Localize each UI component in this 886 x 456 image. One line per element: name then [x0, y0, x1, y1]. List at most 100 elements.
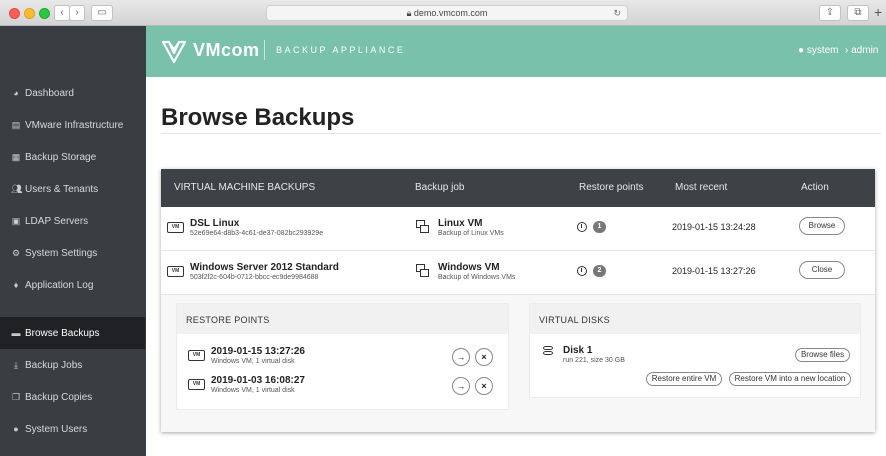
restore-point-description: Windows VM, 1 virtual disk	[211, 358, 295, 365]
vm-icon: VM	[188, 379, 205, 390]
download-icon: ⤓	[14, 359, 18, 370]
vm-name: Windows Server 2012 Standard	[190, 262, 339, 273]
tabs-button[interactable]: ⧉	[847, 5, 869, 21]
clock-icon	[577, 222, 587, 232]
column-header-action: Action	[801, 182, 829, 193]
column-header-restore-points: Restore points	[579, 182, 644, 193]
delete-x-icon[interactable]: ×	[475, 348, 493, 366]
table-row: VM DSL Linux 52e69e64-d8b3-4c61-de37-082…	[161, 207, 875, 251]
reload-icon[interactable]: ↻	[613, 6, 621, 20]
sidebar-item-label: System Settings	[25, 247, 98, 259]
admin-user-link[interactable]: › admin	[845, 45, 878, 56]
main-content: Browse Backups VIRTUAL MACHINE BACKUPS B…	[146, 77, 886, 456]
sidebar-item-ldap[interactable]: ▣ LDAP Servers	[0, 205, 145, 237]
sidebar-item-label: Application Log	[25, 279, 94, 291]
forward-button[interactable]: ›	[69, 5, 85, 21]
close-window-button[interactable]	[9, 8, 20, 19]
user-icon: ●	[798, 45, 807, 56]
sidebar-item-label: Browse Backups	[25, 327, 100, 339]
delete-x-icon[interactable]: ×	[475, 377, 493, 395]
sidebar-item-label: System Users	[25, 423, 88, 435]
restore-points-panel: RESTORE POINTS VM 2019-01-15 13:27:26 Wi…	[176, 303, 509, 410]
column-header-job: Backup job	[415, 182, 465, 193]
back-button[interactable]: ‹	[54, 5, 70, 21]
log-icon: ♦	[13, 280, 19, 290]
restore-point-item: VM 2019-01-15 13:27:26 Windows VM, 1 vir…	[177, 340, 507, 370]
backup-job-icon	[416, 264, 430, 278]
table-row: VM Windows Server 2012 Standard 503f2f2c…	[161, 251, 875, 295]
sidebar-item-label: Backup Storage	[25, 151, 97, 163]
vm-name: DSL Linux	[190, 218, 240, 229]
database-icon	[543, 346, 553, 359]
divider	[161, 133, 881, 134]
sidebar-item-dashboard[interactable]: ◕ Dashboard	[0, 77, 145, 109]
restore-arrow-icon[interactable]: →	[452, 377, 470, 395]
most-recent: 2019-01-15 13:24:28	[672, 222, 756, 232]
sidebar-item-settings[interactable]: ⚙ System Settings	[0, 237, 145, 269]
restore-point-item: VM 2019-01-03 16:08:27 Windows VM, 1 vir…	[177, 369, 507, 399]
restore-points-count: 2	[593, 265, 606, 277]
job-name: Windows VM	[438, 262, 500, 273]
sidebar-item-system-users[interactable]: ● System Users	[0, 413, 145, 445]
job-description: Backup of Windows VMs	[438, 274, 516, 281]
disk-description: run 221, size 30 GB	[563, 357, 625, 364]
users-icon: 👥︎	[11, 183, 23, 194]
sidebar-item-users-tenants[interactable]: 👥︎ Users & Tenants	[0, 173, 145, 205]
sidebar-toggle-button[interactable]: ▭	[91, 5, 113, 21]
page-title: Browse Backups	[161, 104, 355, 131]
sidebar-item-label: Backup Copies	[25, 391, 93, 403]
sidebar-item-storage[interactable]: ▦ Backup Storage	[0, 141, 145, 173]
restore-vm-new-location-button[interactable]: Restore VM into a new location	[729, 372, 851, 386]
brand-divider	[264, 40, 265, 60]
sidebar-item-vmware[interactable]: ▤ VMware Infrastructure	[0, 109, 145, 141]
virtual-disks-panel: VIRTUAL DISKS Disk 1 run 221, size 30 GB…	[529, 303, 861, 398]
vm-icon: VM	[188, 350, 205, 361]
sidebar-item-label: LDAP Servers	[25, 215, 89, 227]
sidebar-item-label: Users & Tenants	[25, 183, 99, 195]
user-icon: ●	[13, 424, 19, 434]
folder-icon: ▬	[11, 328, 21, 338]
browse-button[interactable]: Browse	[799, 217, 845, 235]
sidebar-item-label: Dashboard	[25, 87, 74, 99]
sidebar-item-backup-jobs[interactable]: ⤓ Backup Jobs	[0, 349, 145, 381]
restore-arrow-icon[interactable]: →	[452, 348, 470, 366]
share-button[interactable]: ⇪	[819, 5, 841, 21]
browser-toolbar: ‹ › ▭ 🔒︎ demo.vmcom.com ↻ ⇪ ⧉ +	[0, 0, 886, 26]
dashboard-icon: ◕	[13, 88, 19, 98]
close-button[interactable]: Close	[799, 261, 845, 279]
browse-files-button[interactable]: Browse files	[795, 348, 850, 362]
lock-icon: 🔒︎	[406, 8, 414, 18]
storage-icon: ▦	[11, 151, 21, 162]
backups-table-card: VIRTUAL MACHINE BACKUPS Backup job Resto…	[161, 169, 875, 432]
column-header-vm: VIRTUAL MACHINE BACKUPS	[174, 182, 316, 193]
virtual-disks-title: VIRTUAL DISKS	[530, 304, 860, 334]
address-bar[interactable]: 🔒︎ demo.vmcom.com ↻	[266, 5, 628, 21]
backup-details: RESTORE POINTS VM 2019-01-15 13:27:26 Wi…	[161, 295, 875, 432]
minimize-window-button[interactable]	[24, 8, 35, 19]
sidebar-item-label: VMware Infrastructure	[25, 119, 124, 131]
sidebar-item-browse-backups[interactable]: ▬ Browse Backups	[0, 317, 145, 349]
new-tab-button[interactable]: +	[874, 5, 882, 19]
vmcom-logo-icon	[161, 40, 187, 64]
disk-name: Disk 1	[563, 345, 593, 356]
vm-id: 503f2f2c-604b-0712-bbcc-ec9de9984688	[190, 274, 319, 281]
restore-points-title: RESTORE POINTS	[177, 304, 508, 334]
app-header: VMcom BACKUP APPLIANCE ● system › admin	[146, 26, 886, 77]
restore-points-count: 1	[593, 221, 606, 233]
vm-icon: VM	[167, 222, 184, 233]
gears-icon: ⚙	[11, 247, 21, 258]
restore-entire-vm-button[interactable]: Restore entire VM	[646, 372, 722, 386]
system-user-link[interactable]: ● system	[798, 45, 839, 56]
brand-name: VMcom	[193, 40, 260, 60]
most-recent: 2019-01-15 13:27:26	[672, 266, 756, 276]
sidebar-item-log[interactable]: ♦ Application Log	[0, 269, 145, 301]
vm-id: 52e69e64-d8b3-4c61-de37-082bc293929e	[190, 230, 324, 237]
maximize-window-button[interactable]	[39, 8, 50, 19]
column-header-most-recent: Most recent	[675, 182, 728, 193]
job-description: Backup of Linux VMs	[438, 230, 504, 237]
sidebar-item-label: Backup Jobs	[25, 359, 83, 371]
clock-icon	[577, 266, 587, 276]
sidebar-item-backup-copies[interactable]: ❐ Backup Copies	[0, 381, 145, 413]
copy-icon: ❐	[11, 391, 21, 402]
restore-point-date: 2019-01-15 13:27:26	[211, 346, 305, 357]
